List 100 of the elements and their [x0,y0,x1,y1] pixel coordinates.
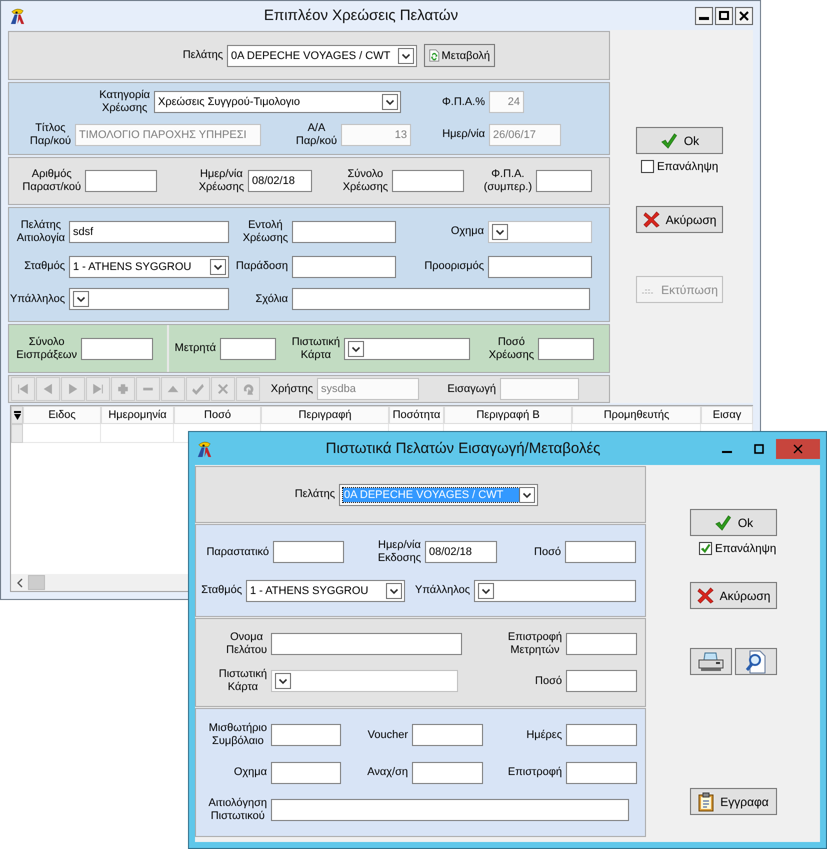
dropdown-field[interactable]: Χρεώσεις Συγγρού-Τιμολογιο [154,91,401,114]
column-header[interactable]: Ημερομηνία [101,406,174,424]
text-field[interactable] [273,541,344,564]
close-icon [793,444,803,454]
field-label: Σχόλια [256,292,288,306]
text-field[interactable] [271,798,629,821]
close-button[interactable] [776,438,820,458]
previous-record-icon [41,382,55,396]
ok-button[interactable]: Ok [636,127,723,154]
text-field[interactable] [536,170,592,192]
field-label: Επιστροφή [508,766,562,779]
text-field[interactable] [292,256,396,278]
check-icon [191,382,205,396]
maximize-icon [754,444,764,454]
field-label: Ποσό [534,546,561,559]
field-label: Σύνολο Χρέωσης [342,168,388,194]
text-field[interactable] [271,724,341,746]
field-label: Ημερ/νία [442,128,485,142]
document-icon [429,47,440,64]
column-header[interactable]: Περιγραφή [261,406,389,424]
text-field[interactable] [392,170,464,192]
cancel-button[interactable]: Ακύρωση [636,206,723,233]
field-label: Ποσό Χρέωσης [488,336,534,362]
column-header[interactable]: Ειδος [23,406,101,424]
text-field[interactable] [85,170,157,192]
dropdown-field[interactable]: 0A DEPECHE VOYAGES / CWT [227,44,417,66]
maximize-button[interactable] [715,6,733,24]
text-field[interactable] [292,220,396,243]
maximize-icon [719,10,729,20]
field-label: Προορισμός [424,260,484,273]
check-icon [660,132,678,150]
field-label: Υπάλληλος [415,584,470,598]
field-label: Κατηγορία Χρέωσης [99,89,150,116]
refresh-icon [241,382,255,396]
checkbox-label: Επανάληψη [657,160,718,172]
checkbox-label: Επανάληψη [715,542,776,554]
minimize-button[interactable] [695,6,713,24]
column-header[interactable]: Εισαγ [701,406,753,424]
field-label: Αναχ/ση [367,766,408,779]
text-field[interactable] [566,670,637,692]
preview-button[interactable] [735,648,777,675]
text-field[interactable]: 08/02/18 [425,541,497,564]
text-field[interactable] [220,338,276,360]
minimize-icon [699,16,709,20]
text-field[interactable]: 08/02/18 [248,170,312,192]
window-title: Πιστωτικά Πελατών Εισαγωγή/Μεταβολές [324,440,602,457]
text-field[interactable] [538,338,594,360]
field-label: Αριθμός Παραστ/κού [22,168,81,194]
dropdown-field[interactable] [344,338,470,360]
field-label: Σύνολο Εισπράξεων [16,336,77,362]
field-label: Ημερ/νία Χρέωσης [198,168,244,194]
field-label: Σταθμός [201,584,242,598]
checkbox[interactable] [641,160,654,173]
cross-icon [216,382,230,396]
dropdown-field[interactable] [474,580,636,602]
text-field[interactable] [271,762,341,784]
column-header[interactable]: Ποσότητα [389,406,444,424]
text-field[interactable] [565,541,636,564]
ok-button[interactable]: Ok [690,509,777,536]
field-label: Μετρητά [174,342,216,355]
text-field[interactable] [292,288,590,310]
column-header[interactable]: Περιγραφή Β [444,406,572,424]
column-header[interactable]: Ποσό [174,406,261,424]
documents-button[interactable]: Εγγραφα [690,788,777,815]
change-button[interactable]: Μεταβολή [424,44,495,67]
scroll-thumb[interactable] [28,575,45,590]
dropdown-field[interactable]: 1 - ATHENS SYGGROU [69,256,229,278]
checkbox[interactable] [699,542,712,555]
dropdown-field[interactable] [69,288,229,310]
cancel-button[interactable]: Ακύρωση [690,582,777,609]
check-icon [700,543,711,554]
text-field[interactable] [488,256,592,278]
column-header[interactable]: Προμηθευτής [572,406,701,424]
app-logo-icon [195,439,214,458]
window-title: Επιπλέον Χρεώσεις Πελατών [262,7,460,24]
text-field[interactable] [566,632,637,655]
text-field[interactable] [566,724,637,746]
cross-icon [642,211,660,228]
dropdown-field[interactable]: 1 - ATHENS SYGGROU [246,580,405,602]
app-logo-icon [8,6,27,25]
plus-icon [116,382,130,396]
field-label: Φ.Π.Α. (συμπερ.) [484,168,532,194]
field-label: Εντολή Χρέωσης [242,218,288,245]
text-field[interactable] [566,762,637,784]
text-field[interactable] [412,724,483,746]
field-label: Αιτιολόγηση Πιστωτικού [208,796,267,823]
cross-icon [696,587,714,604]
print-button[interactable] [690,648,732,675]
text-field[interactable] [412,762,483,784]
text-field[interactable] [271,632,462,655]
column-menu-icon[interactable] [11,406,23,424]
field-label: Υπάλληλος [10,292,65,306]
field-label: Voucher [368,728,408,742]
close-button[interactable] [735,6,753,24]
text-field[interactable] [81,338,153,360]
text-field[interactable]: sdsf [69,220,229,243]
close-icon [739,10,749,20]
field-label: Οχημα [234,766,267,779]
field-label: Επιστροφή Μετρητών [508,630,562,657]
field-label: Ημερ/νία Εκδοσης [378,539,421,566]
